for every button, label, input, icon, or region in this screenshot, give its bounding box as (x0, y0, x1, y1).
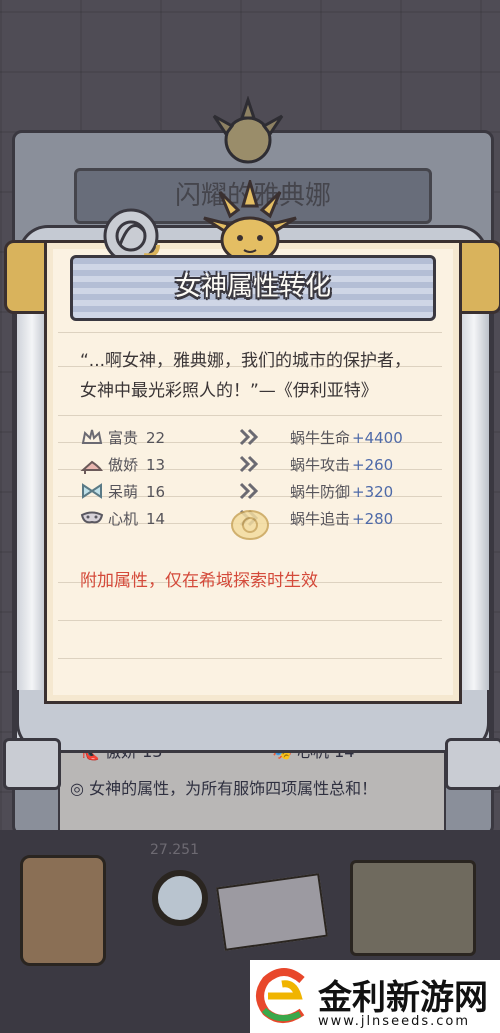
stat-row-wealth: 富贵 22 蜗牛生命 +4400 (80, 425, 420, 451)
left-pillar-base (3, 738, 61, 790)
crown-icon (81, 429, 103, 444)
high-heel-icon (80, 460, 104, 474)
double-arrow-icon (239, 482, 259, 500)
right-pillar-base (445, 738, 500, 790)
basket-item (350, 860, 476, 956)
swirl-icon: ◎ (70, 779, 84, 798)
watermark-url: www.jlnseeds.com (318, 1014, 470, 1029)
quote-line-2: 女神中最光彩照人的！”—《伊利亚特》 (80, 381, 378, 401)
dialog-title: 女神属性转化 (174, 272, 331, 302)
snail-mascot-icon (231, 510, 269, 540)
stat-row-pride: 傲娇 13 蜗牛攻击 +260 (80, 452, 420, 478)
background-footer-fragment: 27.251 (150, 842, 199, 858)
magnifier-icon (152, 870, 208, 926)
double-arrow-icon (239, 428, 259, 446)
scroll-item (20, 855, 106, 966)
bow-icon (82, 483, 102, 499)
background-sun-ornament (212, 96, 284, 164)
sun-ornament (203, 180, 297, 264)
effect-note: 附加属性，仅在希域探索时生效 (80, 571, 318, 591)
site-logo-icon (256, 968, 305, 1023)
watermark-name: 金利新游网 (318, 978, 488, 1018)
mask-icon (80, 511, 104, 524)
double-arrow-icon (239, 455, 259, 473)
quote-line-1: “...啊女神，雅典娜，我们的城市的保护者， (80, 351, 412, 371)
stat-row-cute: 呆萌 16 蜗牛防御 +320 (80, 479, 420, 505)
background-note: ◎ 女神的属性，为所有服饰四项属性总和！ (70, 779, 378, 798)
